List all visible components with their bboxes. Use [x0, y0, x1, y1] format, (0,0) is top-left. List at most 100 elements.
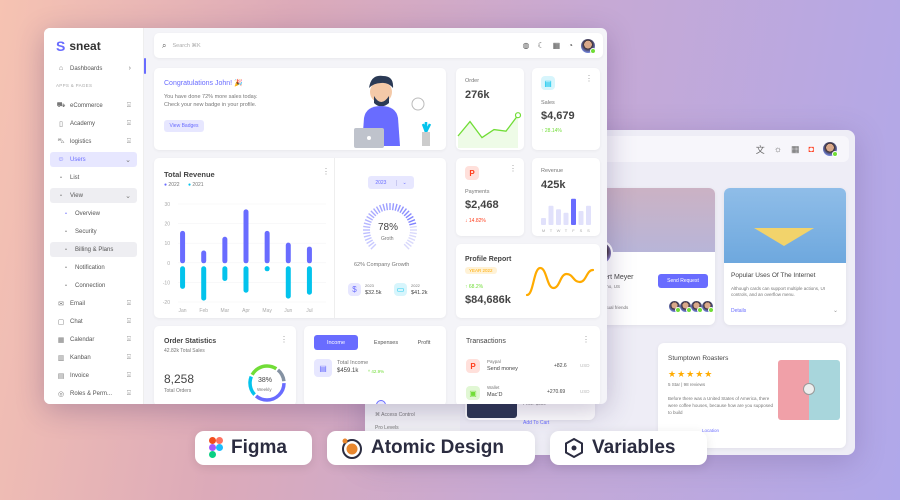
- year-dropdown[interactable]: 2023 ⌄: [368, 176, 414, 189]
- order-statistics-card: Order Statistics 42.82k Total Sales ⋮ 8,…: [154, 326, 296, 404]
- gauge-tick: [363, 231, 371, 235]
- sidebar-item-label: Overview: [75, 210, 101, 217]
- review-count: 5 Star | 98 reviews: [668, 382, 706, 387]
- sun-icon[interactable]: ☼: [774, 144, 782, 154]
- access-control-item[interactable]: ⌘ Access Control: [375, 412, 415, 418]
- sidebar-item-label: View: [70, 192, 83, 199]
- tab-income[interactable]: Income: [314, 335, 358, 350]
- gauge-tick: [397, 204, 401, 212]
- sidebar-item-roles-perm[interactable]: ◎ Roles & Perm... ⍓: [50, 386, 137, 401]
- chevron-down-icon[interactable]: ⌄: [833, 307, 838, 314]
- user-icon: ☺: [57, 156, 65, 163]
- sidebar-item-label: Calendar: [70, 336, 95, 343]
- chevron-down-icon: ⌄: [125, 192, 131, 200]
- sidebar-item-label: Email: [70, 300, 86, 307]
- welcome-text-line1: You have done 72% more sales today.: [164, 94, 258, 100]
- gauge-tick: [375, 206, 381, 214]
- profile-cover-image: [595, 188, 715, 252]
- view-badges-button[interactable]: View Badges: [164, 120, 204, 132]
- paypal-icon: P: [465, 166, 479, 180]
- weekday-label: T: [550, 228, 553, 233]
- gauge-tick: [408, 219, 416, 223]
- sidebar-item-notification[interactable]: • Notification: [50, 260, 137, 275]
- paypal-icon: P: [466, 359, 480, 373]
- gauge-tick: [409, 234, 417, 238]
- sidebar-item-ecommerce[interactable]: ⛟ eCommerce ⍓: [50, 98, 137, 113]
- more-vertical-icon[interactable]: ⋮: [582, 335, 590, 344]
- more-vertical-icon[interactable]: ⋮: [509, 164, 517, 173]
- section-label: APPS & PAGES: [56, 83, 93, 88]
- tab-expenses[interactable]: Expenses: [364, 335, 408, 350]
- details-link[interactable]: Details: [731, 308, 746, 314]
- more-vertical-icon[interactable]: ⋮: [322, 167, 330, 176]
- user-avatar[interactable]: [581, 38, 596, 54]
- scroll-indicator[interactable]: [144, 58, 146, 74]
- gauge-tick: [363, 234, 371, 238]
- dollar-icon: $: [348, 283, 361, 296]
- gauge-tick: [379, 204, 383, 212]
- back-avatar[interactable]: [823, 142, 838, 157]
- order-value: 276k: [465, 89, 490, 101]
- moon-icon[interactable]: ☾: [537, 41, 544, 50]
- gauge-tick: [364, 237, 372, 241]
- sidebar-item-kanban[interactable]: ▥ Kanban ⍓: [50, 350, 137, 365]
- sidebar-item-security[interactable]: • Security: [50, 224, 137, 239]
- chevron-down-icon: ⌄: [396, 179, 407, 186]
- logo[interactable]: Ssneat: [56, 38, 101, 54]
- atom-icon: [342, 438, 362, 459]
- location-link[interactable]: Location: [702, 428, 719, 433]
- translate-icon[interactable]: 文: [756, 143, 765, 156]
- transaction-source: Paypal: [487, 359, 501, 364]
- sidebar-item-invoice[interactable]: ▤ Invoice ⍓: [50, 368, 137, 383]
- sidebar-item-logistics[interactable]: ⛍ logistics ⍓: [50, 134, 137, 149]
- send-request-button[interactable]: Send Request: [658, 274, 708, 288]
- sidebar-item-calendar[interactable]: ▦ Calendar ⍓: [50, 332, 137, 347]
- bell-icon[interactable]: ◔: [568, 41, 573, 50]
- grid-icon[interactable]: ▦: [553, 41, 561, 50]
- star-rating: ★★★★★: [668, 369, 714, 379]
- gauge-tick: [391, 203, 395, 211]
- sidebar-item-overview[interactable]: • Overview: [50, 206, 137, 221]
- search-icon: ⌕: [162, 40, 167, 50]
- more-vertical-icon[interactable]: ⋮: [585, 74, 593, 83]
- search-input[interactable]: Search ⌘K: [172, 43, 200, 49]
- blog-title: Popular Uses Of The Internet: [731, 272, 816, 279]
- sidebar-item-label: Roles & Perm...: [70, 390, 113, 397]
- globe-icon[interactable]: ◍: [522, 41, 529, 50]
- weekday-label: T: [565, 228, 568, 233]
- bell-icon[interactable]: ◘: [809, 144, 814, 154]
- add-to-cart-button[interactable]: Add To Cart: [523, 420, 549, 426]
- book-icon: ▯: [59, 120, 63, 128]
- sidebar-item-academy[interactable]: ▯ Academy ⍓: [50, 116, 137, 131]
- calendar-icon: ▦: [57, 336, 65, 344]
- bullet-icon: •: [65, 246, 67, 253]
- y-tick-label: 20: [164, 222, 170, 228]
- sidebar-item-billing-plans[interactable]: • Billing & Plans: [50, 242, 137, 257]
- x-tick-label: Apr: [242, 308, 250, 314]
- x-tick-label: Jul: [306, 308, 312, 314]
- growth-percent: 78%: [378, 222, 399, 233]
- sidebar-item-view[interactable]: • View ⌄: [50, 188, 137, 203]
- main-window: Ssneat ⌂ Dashboards › APPS & PAGES ⛟ eCommerc…: [44, 28, 607, 404]
- payments-label: Payments: [465, 189, 490, 195]
- sidebar-item-users[interactable]: ☺ Users ⌄: [50, 152, 137, 167]
- sidebar-item-chat[interactable]: ▢ Chat ⍓: [50, 314, 137, 329]
- sidebar-item-dashboards[interactable]: ⌂ Dashboards ›: [50, 61, 137, 76]
- gauge-tick: [406, 215, 414, 221]
- revenue-value: 425k: [541, 179, 566, 191]
- sidebar-item-list[interactable]: • List: [50, 170, 137, 185]
- tab-profit[interactable]: Profit: [408, 335, 440, 350]
- gauge-tick: [363, 225, 371, 229]
- order-label: Order: [465, 78, 480, 84]
- payments-change: ↓ 14.82%: [465, 218, 486, 224]
- sidebar-item-email[interactable]: ✉ Email ⍓: [50, 296, 137, 311]
- profile-sparkline: [525, 266, 595, 297]
- lock-icon: ⍓: [126, 389, 131, 397]
- grid-icon[interactable]: ▦: [791, 144, 800, 155]
- sidebar-item-connection[interactable]: • Connection: [50, 278, 137, 293]
- more-vertical-icon[interactable]: ⋮: [280, 335, 288, 344]
- total-revenue-card: Total Revenue ⋮ ● 2022 ● 2021 30 20 10 0 -10…: [154, 158, 446, 318]
- welcome-text-line2: Check your new badge in your profile.: [164, 102, 257, 108]
- sparkline-area: [458, 115, 518, 148]
- company-growth: 62% Company Growth: [354, 262, 410, 268]
